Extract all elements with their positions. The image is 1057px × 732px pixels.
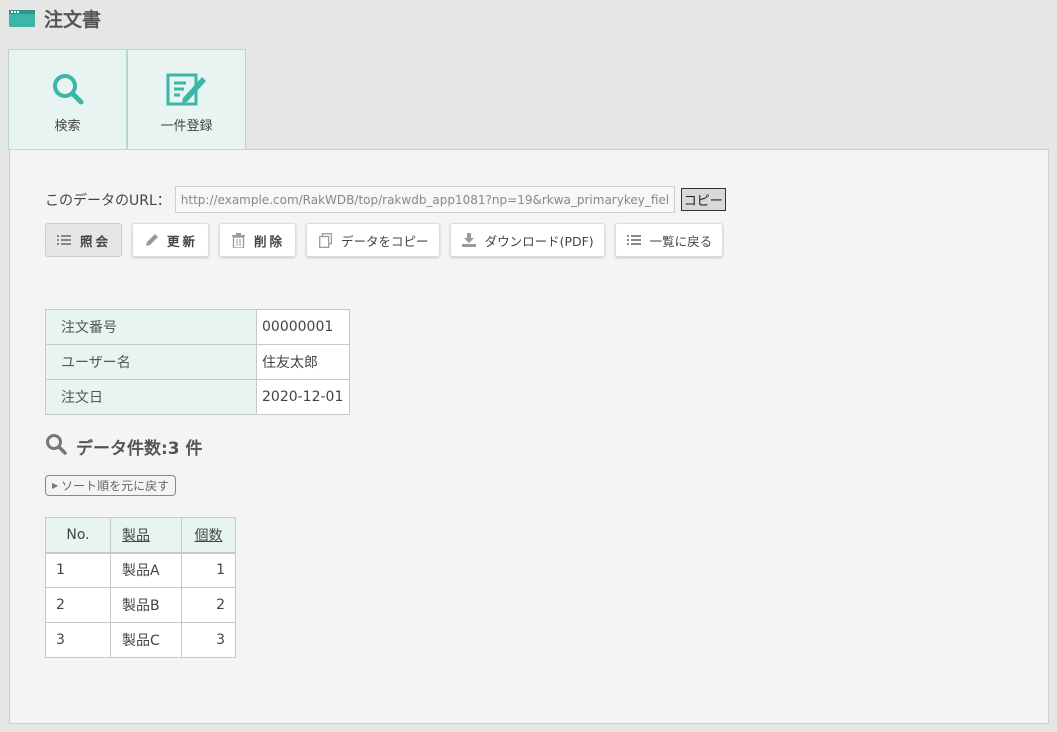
- delete-button[interactable]: 削除: [219, 223, 297, 257]
- copy-data-button-label: データをコピー: [341, 233, 429, 249]
- reset-sort-button[interactable]: ▶ ソート順を元に戻す: [45, 475, 177, 496]
- download-pdf-button[interactable]: ダウンロード(PDF): [449, 223, 605, 257]
- column-header-quantity[interactable]: 個数: [181, 517, 236, 554]
- tab-register-label: 一件登録: [160, 119, 213, 134]
- copy-url-button[interactable]: コピー: [680, 188, 726, 211]
- view-button-label: 照会: [80, 233, 112, 249]
- table-header-row: No. 製品 個数: [45, 517, 236, 554]
- edit-form-icon: [166, 72, 208, 106]
- tab-search[interactable]: 検索: [8, 49, 127, 150]
- page-title: 注文書: [44, 8, 102, 31]
- reset-sort-label: ソート順を元に戻す: [61, 479, 170, 493]
- cell-quantity: 3: [181, 622, 236, 658]
- detail-row: 注文日 2020-12-01: [45, 379, 350, 415]
- tab-bar: 検索 一件登録: [8, 49, 246, 150]
- triangle-right-icon: ▶: [52, 481, 59, 490]
- tab-search-label: 検索: [54, 119, 81, 134]
- cell-no: 2: [45, 587, 111, 623]
- copy-data-button[interactable]: データをコピー: [306, 223, 440, 257]
- download-pdf-button-label: ダウンロード(PDF): [484, 233, 594, 249]
- trash-icon: [230, 232, 246, 248]
- record-count-text: データ件数:3 件: [76, 438, 203, 459]
- back-to-list-button[interactable]: 一覧に戻る: [614, 223, 724, 257]
- column-header-no: No.: [45, 517, 111, 554]
- cell-quantity: 1: [181, 552, 236, 588]
- copy-icon: [317, 232, 333, 248]
- table-row: 2 製品B 2: [45, 587, 236, 623]
- detail-value: 住友太郎: [256, 344, 350, 380]
- cell-product: 製品A: [110, 552, 182, 588]
- cell-no: 1: [45, 552, 111, 588]
- url-row: このデータのURL： コピー: [45, 186, 726, 213]
- search-icon: [45, 433, 67, 459]
- record-detail-table: 注文番号 00000001 ユーザー名 住友太郎 注文日 2020-12-01: [45, 309, 350, 415]
- detail-key: 注文番号: [45, 309, 257, 345]
- detail-row: ユーザー名 住友太郎: [45, 344, 350, 380]
- column-header-product[interactable]: 製品: [110, 517, 182, 554]
- content-panel: このデータのURL： コピー 照会 更新 削除 データをコピー ダウンロード(P…: [9, 149, 1049, 724]
- tab-register[interactable]: 一件登録: [127, 49, 246, 150]
- table-row: 1 製品A 1: [45, 552, 236, 588]
- cell-product: 製品C: [110, 622, 182, 658]
- search-icon: [51, 72, 85, 106]
- list-icon: [56, 232, 72, 248]
- detail-value: 2020-12-01: [256, 379, 350, 415]
- list-icon: [626, 232, 642, 248]
- detail-value: 00000001: [256, 309, 350, 345]
- items-table: No. 製品 個数 1 製品A 1 2 製品B 2 3 製品C 3: [45, 517, 236, 658]
- update-button-label: 更新: [167, 233, 199, 249]
- url-field[interactable]: [174, 186, 675, 213]
- table-row: 3 製品C 3: [45, 622, 236, 658]
- window-icon: [9, 9, 35, 27]
- cell-product: 製品B: [110, 587, 182, 623]
- back-to-list-button-label: 一覧に戻る: [649, 233, 713, 249]
- detail-key: ユーザー名: [45, 344, 257, 380]
- record-count: データ件数:3 件: [45, 433, 203, 459]
- view-button[interactable]: 照会: [45, 223, 123, 257]
- download-icon: [461, 232, 477, 248]
- url-label: このデータのURL：: [45, 192, 171, 209]
- detail-key: 注文日: [45, 379, 257, 415]
- action-toolbar: 照会 更新 削除 データをコピー ダウンロード(PDF) 一覧に戻る: [45, 223, 733, 257]
- delete-button-label: 削除: [254, 233, 286, 249]
- cell-quantity: 2: [181, 587, 236, 623]
- detail-row: 注文番号 00000001: [45, 309, 350, 345]
- page-header: 注文書: [9, 6, 102, 31]
- update-button[interactable]: 更新: [132, 223, 210, 257]
- pencil-icon: [143, 232, 159, 248]
- cell-no: 3: [45, 622, 111, 658]
